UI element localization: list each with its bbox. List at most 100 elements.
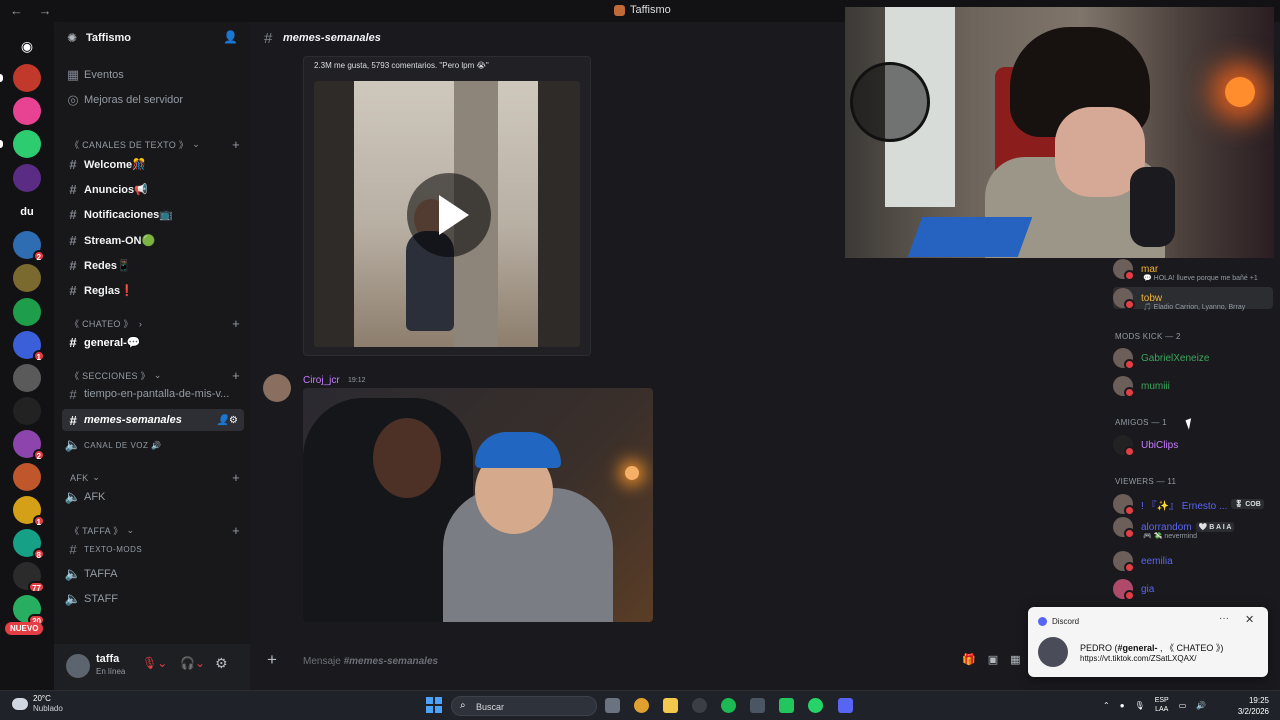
server-header[interactable]: ✺ Taffismo 👤: [54, 22, 250, 54]
add-channel-icon[interactable]: +: [232, 316, 240, 331]
server-icon: [614, 4, 625, 16]
message-input[interactable]: + Mensaje #memes-semanales 🎁▣▦: [260, 646, 1050, 676]
server-icon[interactable]: 1: [13, 496, 45, 527]
weather-desc: Nublado: [33, 704, 63, 713]
channel-general[interactable]: # general-💬: [62, 331, 244, 353]
windows-start-icon[interactable]: [426, 697, 442, 713]
server-icon[interactable]: 77: [13, 562, 45, 593]
add-channel-icon[interactable]: +: [232, 368, 240, 383]
channel-reglas[interactable]: # Reglas❗: [62, 279, 244, 301]
member-item[interactable]: mumiii: [1113, 375, 1170, 398]
nav-arrows[interactable]: ← →: [10, 3, 58, 18]
file-explorer-icon[interactable]: [663, 698, 678, 713]
clock[interactable]: 19:25 3/2/2026: [1233, 695, 1269, 717]
category-canales-texto[interactable]: 《 CANALES DE TEXTO 》 ⌄ +: [70, 137, 240, 152]
server-icon[interactable]: du: [13, 198, 41, 226]
steam-icon[interactable]: [692, 698, 707, 713]
notification-badge: 2: [32, 250, 45, 262]
hash-icon: #: [69, 232, 77, 248]
member-item[interactable]: alorrandom 🤍 B A I A 🎮 💸 nevermind: [1113, 516, 1235, 540]
add-channel-icon[interactable]: +: [232, 137, 240, 152]
more-options-icon[interactable]: ···: [1219, 613, 1229, 624]
member-item[interactable]: tobw 🎵 Eladio Carrion, Lyanno, Brray: [1113, 287, 1273, 311]
hash-icon: #: [69, 282, 77, 298]
category-secciones[interactable]: 《 SECCIONES 》 ⌄ +: [70, 368, 240, 383]
system-tray[interactable]: ⌃ ● 🎙 ESP LAA ▭ 🔊: [1103, 696, 1206, 714]
deafen-icon[interactable]: 🎧⌄: [180, 656, 205, 670]
close-icon[interactable]: ✕: [1245, 613, 1254, 626]
member-item[interactable]: GabrielXeneize: [1113, 347, 1209, 370]
channel-tiempo[interactable]: # tiempo-en-pantalla-de-mis-v...: [62, 383, 244, 405]
member-item[interactable]: mar 💬 HOLA! llueve porque me bañé +1: [1113, 258, 1258, 282]
volume-icon[interactable]: 🔊: [1196, 701, 1206, 710]
server-icon[interactable]: 20: [13, 595, 45, 626]
sidebar-item-mejoras[interactable]: ◎ Mejoras del servidor: [62, 89, 244, 111]
member-item[interactable]: ! 『✨』 Ernesto ... 🎖 COB: [1113, 493, 1264, 516]
kick-icon[interactable]: [779, 698, 794, 713]
server-icon[interactable]: [13, 64, 41, 92]
add-channel-icon[interactable]: +: [232, 470, 240, 485]
channel-texto-mods[interactable]: # TEXTO-MODS: [62, 538, 244, 560]
server-icon[interactable]: [13, 397, 41, 425]
whatsapp-icon[interactable]: [808, 698, 823, 713]
channel-memes-semanales[interactable]: # memes-semanales 👤⚙: [62, 409, 244, 431]
weather-widget[interactable]: 20°C Nublado: [12, 694, 63, 713]
channel-anuncios[interactable]: # Anuncios📢: [62, 178, 244, 200]
member-item[interactable]: UbiClips: [1113, 434, 1178, 457]
member-item[interactable]: gia: [1113, 578, 1154, 601]
message-author[interactable]: Ciroj_jcr: [303, 375, 340, 386]
language-indicator[interactable]: ESP LAA: [1155, 696, 1169, 714]
category-taffa[interactable]: 《 TAFFA 》 ⌄ +: [70, 523, 240, 538]
server-icon[interactable]: 2: [13, 430, 45, 461]
server-icon[interactable]: [13, 364, 41, 392]
mute-mic-icon[interactable]: 🎙⌄: [142, 656, 167, 670]
add-attachment-icon[interactable]: +: [267, 650, 277, 670]
user-settings-icon[interactable]: ⚙: [215, 655, 228, 672]
channel-canal-voz[interactable]: 🔈 CANAL DE VOZ 🔊: [62, 434, 244, 456]
network-icon[interactable]: ▭: [1179, 701, 1187, 710]
category-afk[interactable]: AFK ⌄ +: [70, 470, 240, 485]
channel-afk[interactable]: 🔈 AFK: [62, 486, 244, 508]
spotify-icon[interactable]: [721, 698, 736, 713]
member-name: mumiii: [1141, 380, 1170, 392]
channel-settings-icon[interactable]: 👤⚙: [217, 415, 238, 426]
server-icon[interactable]: [13, 298, 41, 326]
discord-home-icon[interactable]: ◉: [13, 32, 41, 60]
channel-notificaciones[interactable]: # Notificaciones📺: [62, 203, 244, 225]
discord-notification[interactable]: Discord ··· ✕ PEDRO (#general- , 《 CHATE…: [1028, 607, 1268, 677]
member-name: alorrandom: [1141, 521, 1192, 533]
tray-app-icon[interactable]: ●: [1120, 701, 1125, 710]
channel-redes[interactable]: # Redes📱: [62, 254, 244, 276]
category-chateo[interactable]: 《 CHATEO 》 › +: [70, 316, 240, 331]
mic-icon[interactable]: 🎙: [1135, 701, 1145, 710]
member-activity: 🎮 💸 nevermind: [1143, 533, 1198, 540]
taskbar-search[interactable]: ⌕ Buscar: [451, 696, 597, 716]
sidebar-item-eventos[interactable]: ▦ Eventos: [62, 64, 244, 86]
server-icon[interactable]: [13, 130, 41, 158]
channel-welcome[interactable]: # Welcome🎊: [62, 153, 244, 175]
add-channel-icon[interactable]: +: [232, 523, 240, 538]
channel-staff[interactable]: 🔈 STAFF: [62, 588, 244, 610]
task-view-icon[interactable]: [605, 698, 620, 713]
invite-icon[interactable]: 👤: [223, 30, 238, 44]
server-icon[interactable]: 1: [13, 331, 45, 362]
server-icon[interactable]: 2: [13, 231, 45, 262]
input-action-icons[interactable]: 🎁▣▦: [962, 653, 1032, 666]
server-icon[interactable]: [13, 264, 41, 292]
chevron-up-icon[interactable]: ⌃: [1103, 701, 1110, 710]
server-icon[interactable]: 8: [13, 529, 45, 560]
channel-stream-on[interactable]: # Stream-ON🟢: [62, 229, 244, 251]
message-image[interactable]: [303, 388, 653, 622]
channel-taffa[interactable]: 🔈 TAFFA: [62, 563, 244, 585]
avatar[interactable]: [263, 374, 291, 402]
avatar[interactable]: [66, 654, 90, 678]
play-icon[interactable]: [407, 173, 491, 257]
member-item[interactable]: eemilia: [1113, 550, 1173, 573]
server-icon[interactable]: [13, 164, 41, 192]
discord-icon[interactable]: [838, 698, 853, 713]
chrome-icon[interactable]: [634, 698, 649, 713]
server-icon[interactable]: [13, 97, 41, 125]
server-icon[interactable]: [13, 463, 41, 491]
embed-video[interactable]: [314, 81, 580, 347]
store-icon[interactable]: [750, 698, 765, 713]
